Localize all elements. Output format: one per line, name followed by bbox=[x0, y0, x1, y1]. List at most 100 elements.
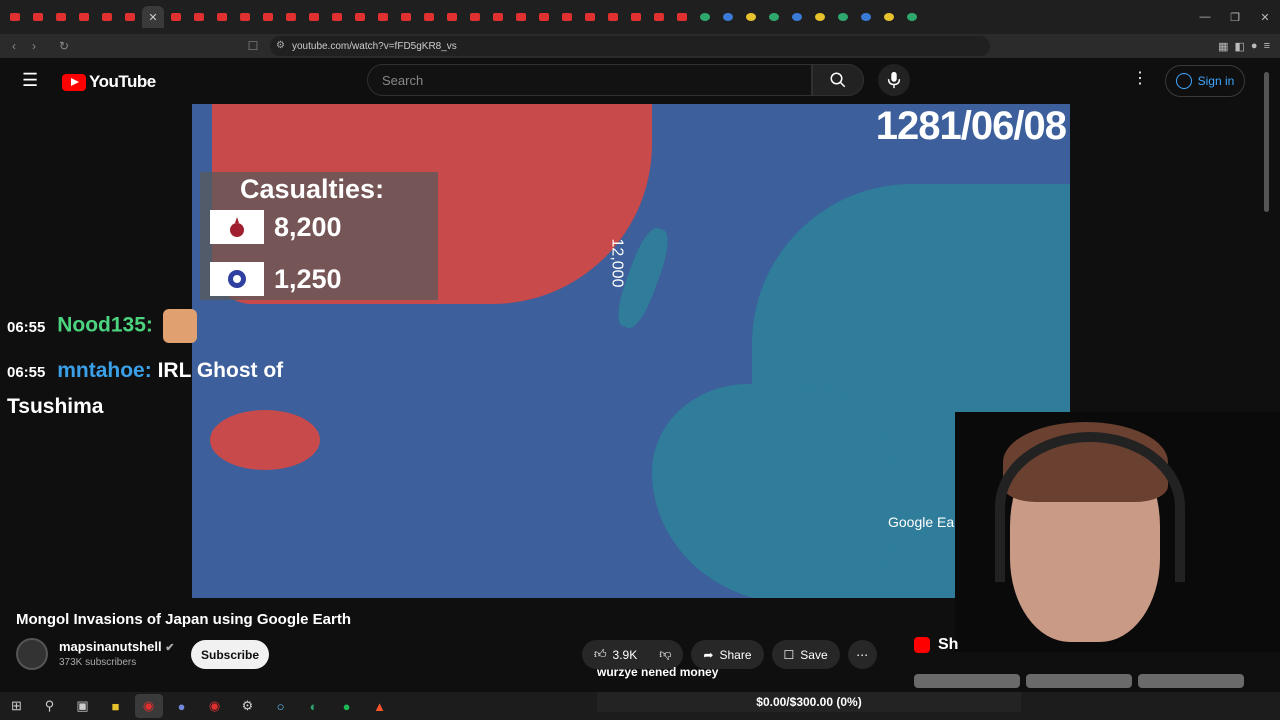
hamburger-menu-icon[interactable]: ☰ bbox=[22, 71, 42, 91]
subscriber-count: 373K subscribers bbox=[59, 657, 137, 668]
save-button[interactable]: ☐ Save bbox=[771, 640, 840, 669]
channel-name[interactable]: mapsinanutshell ✔ bbox=[59, 639, 174, 654]
browser-tab[interactable] bbox=[832, 6, 854, 28]
search-input[interactable]: Search bbox=[367, 64, 812, 96]
thumbs-up-icon: 👍︎ bbox=[594, 647, 607, 661]
browser-tab[interactable] bbox=[50, 6, 72, 28]
browser-tab[interactable] bbox=[878, 6, 900, 28]
youtube-logo[interactable]: YouTube bbox=[62, 72, 156, 92]
settings-gear-icon[interactable]: ⚙ bbox=[234, 694, 262, 718]
search-icon bbox=[830, 72, 846, 88]
shorts-thumbnail[interactable] bbox=[1138, 674, 1244, 688]
menu-icon[interactable]: ≡ bbox=[1264, 40, 1270, 52]
bookmark-icon[interactable]: ☐ bbox=[243, 39, 263, 53]
browser-tab[interactable] bbox=[763, 6, 785, 28]
browser-tab[interactable] bbox=[211, 6, 233, 28]
sidebar-icon[interactable]: ◧ bbox=[1235, 40, 1245, 53]
browser-tab[interactable] bbox=[464, 6, 486, 28]
browser-tab[interactable] bbox=[533, 6, 555, 28]
channel-name-text: mapsinanutshell bbox=[59, 639, 162, 654]
subscribe-button[interactable]: Subscribe bbox=[191, 640, 269, 669]
browser-tab[interactable] bbox=[556, 6, 578, 28]
verified-icon: ✔ bbox=[165, 642, 175, 654]
forward-icon[interactable]: › bbox=[24, 39, 44, 53]
browser-tab[interactable] bbox=[809, 6, 831, 28]
browser-tab[interactable] bbox=[119, 6, 141, 28]
japan-crest-icon bbox=[210, 262, 264, 296]
task-view-icon[interactable]: ▣ bbox=[69, 694, 97, 718]
favicon-icon bbox=[585, 13, 595, 21]
casualties-panel: Casualties: 8,200 1,250 bbox=[200, 172, 438, 300]
browser-tab[interactable] bbox=[671, 6, 693, 28]
url-text: youtube.com/watch?v=fFD5gKR8_vs bbox=[292, 40, 457, 52]
sign-in-button[interactable]: Sign in bbox=[1165, 65, 1245, 97]
back-icon[interactable]: ‹ bbox=[4, 39, 24, 53]
browser-tab[interactable] bbox=[234, 6, 256, 28]
brave-icon[interactable]: ▲ bbox=[366, 694, 394, 718]
windows-start-icon[interactable]: ⊞ bbox=[3, 694, 31, 718]
favicon-icon bbox=[102, 13, 112, 21]
shorts-thumbnail[interactable] bbox=[914, 674, 1020, 688]
discord-icon[interactable]: ● bbox=[168, 694, 196, 718]
reload-icon[interactable]: ↻ bbox=[54, 39, 74, 53]
search-button[interactable] bbox=[812, 64, 864, 96]
close-icon[interactable]: ✕ bbox=[1250, 0, 1280, 34]
favicon-icon bbox=[447, 13, 457, 21]
site-info-icon[interactable]: ⚙ bbox=[276, 40, 285, 51]
channel-avatar[interactable] bbox=[16, 638, 48, 670]
browser-tab[interactable] bbox=[717, 6, 739, 28]
settings-kebab-icon[interactable]: ⋮ bbox=[1132, 68, 1148, 88]
profile-icon[interactable]: ● bbox=[1251, 40, 1258, 52]
browser-tab[interactable] bbox=[73, 6, 95, 28]
browser-tab[interactable] bbox=[625, 6, 647, 28]
steam-icon[interactable]: ○ bbox=[267, 694, 295, 718]
file-explorer-icon[interactable]: ■ bbox=[102, 694, 130, 718]
browser-tab[interactable] bbox=[648, 6, 670, 28]
chrome-icon[interactable]: ◉ bbox=[201, 694, 229, 718]
extensions-icon[interactable]: ▦ bbox=[1218, 40, 1228, 53]
url-bar[interactable]: ⚙ youtube.com/watch?v=fFD5gKR8_vs bbox=[270, 36, 990, 56]
browser-tab[interactable]: ✕ bbox=[142, 6, 164, 28]
extension-icons: ▦ ◧ ● ≡ bbox=[1218, 34, 1270, 58]
page-scrollbar[interactable] bbox=[1262, 58, 1272, 692]
browser-tab[interactable] bbox=[579, 6, 601, 28]
browser-tab[interactable] bbox=[855, 6, 877, 28]
chat-username: mntahoe: bbox=[57, 359, 152, 382]
browser-tab[interactable] bbox=[740, 6, 762, 28]
browser-tab[interactable] bbox=[602, 6, 624, 28]
browser-tab[interactable] bbox=[165, 6, 187, 28]
browser-tab[interactable] bbox=[326, 6, 348, 28]
favicon-icon bbox=[33, 13, 43, 21]
scrollbar-thumb[interactable] bbox=[1264, 72, 1269, 212]
browser-tab[interactable] bbox=[441, 6, 463, 28]
favicon-icon bbox=[815, 13, 825, 21]
browser-tab[interactable] bbox=[372, 6, 394, 28]
browser-tab[interactable] bbox=[303, 6, 325, 28]
voice-search-button[interactable] bbox=[878, 64, 910, 96]
browser-tab[interactable] bbox=[487, 6, 509, 28]
browser-tab[interactable] bbox=[349, 6, 371, 28]
thumbs-down-icon[interactable]: 👎︎ bbox=[659, 647, 671, 662]
minimize-icon[interactable]: — bbox=[1190, 0, 1220, 34]
favicon-icon bbox=[838, 13, 848, 21]
browser-tab[interactable] bbox=[694, 6, 716, 28]
browser-tab[interactable] bbox=[510, 6, 532, 28]
browser-tab[interactable] bbox=[418, 6, 440, 28]
edge-icon[interactable]: ◐ bbox=[300, 694, 328, 718]
more-actions-button[interactable]: ⋯ bbox=[847, 640, 877, 669]
video-player[interactable]: 12,000 1281/06/08 Casualties: 8,200 1,25… bbox=[192, 104, 1070, 598]
shorts-thumbnail[interactable] bbox=[1026, 674, 1132, 688]
browser-tab[interactable] bbox=[188, 6, 210, 28]
browser-tab[interactable] bbox=[96, 6, 118, 28]
restore-icon[interactable]: ❐ bbox=[1220, 0, 1250, 34]
browser-tab[interactable] bbox=[280, 6, 302, 28]
spotify-icon[interactable]: ● bbox=[333, 694, 361, 718]
browser-tab[interactable] bbox=[257, 6, 279, 28]
browser-tab[interactable] bbox=[4, 6, 26, 28]
browser-tab[interactable] bbox=[27, 6, 49, 28]
search-icon[interactable]: ⚲ bbox=[36, 694, 64, 718]
browser-tab[interactable] bbox=[395, 6, 417, 28]
browser-tab[interactable] bbox=[901, 6, 923, 28]
browser-tab[interactable] bbox=[786, 6, 808, 28]
obs-icon[interactable]: ◉ bbox=[134, 694, 163, 718]
